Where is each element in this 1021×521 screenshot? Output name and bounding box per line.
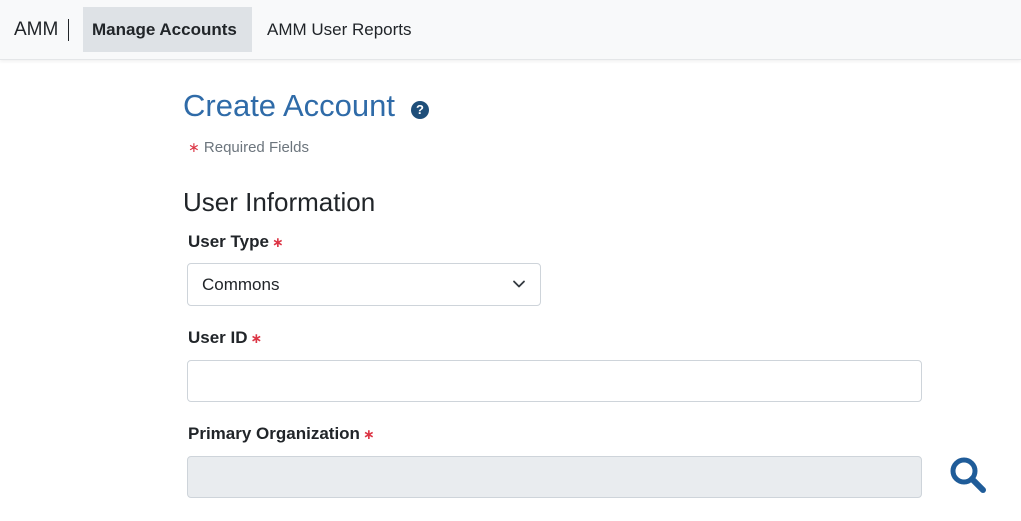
search-icon[interactable] [946, 453, 990, 497]
user-type-selected-value: Commons [202, 275, 280, 294]
chevron-down-icon [513, 280, 525, 288]
primary-organization-label: Primary Organization ∗ [188, 424, 375, 444]
user-id-input[interactable] [187, 360, 922, 402]
user-type-select[interactable]: Commons [187, 263, 541, 306]
nav-amm-user-reports[interactable]: AMM User Reports [258, 7, 421, 52]
nav-manage-accounts[interactable]: Manage Accounts [83, 7, 252, 52]
user-type-label: User Type ∗ [188, 232, 284, 252]
required-asterisk: ∗ [271, 234, 284, 250]
primary-organization-label-text: Primary Organization [188, 424, 360, 443]
page-title: Create Account [183, 88, 395, 123]
required-asterisk: ∗ [362, 426, 375, 442]
user-type-label-text: User Type [188, 232, 269, 251]
top-navbar: AMM Manage Accounts AMM User Reports [0, 0, 1021, 60]
user-id-label: User ID ∗ [188, 328, 262, 348]
section-title-user-information: User Information [183, 187, 376, 217]
brand-logo[interactable]: AMM [14, 19, 70, 41]
required-fields-text: Required Fields [203, 139, 309, 156]
question-circle-icon[interactable]: ? [411, 101, 429, 119]
primary-organization-input[interactable] [187, 456, 922, 498]
required-asterisk: ∗ [250, 330, 263, 346]
user-id-label-text: User ID [188, 328, 248, 347]
required-asterisk: ∗ [188, 139, 200, 155]
required-fields-note: ∗ Required Fields [188, 139, 309, 156]
